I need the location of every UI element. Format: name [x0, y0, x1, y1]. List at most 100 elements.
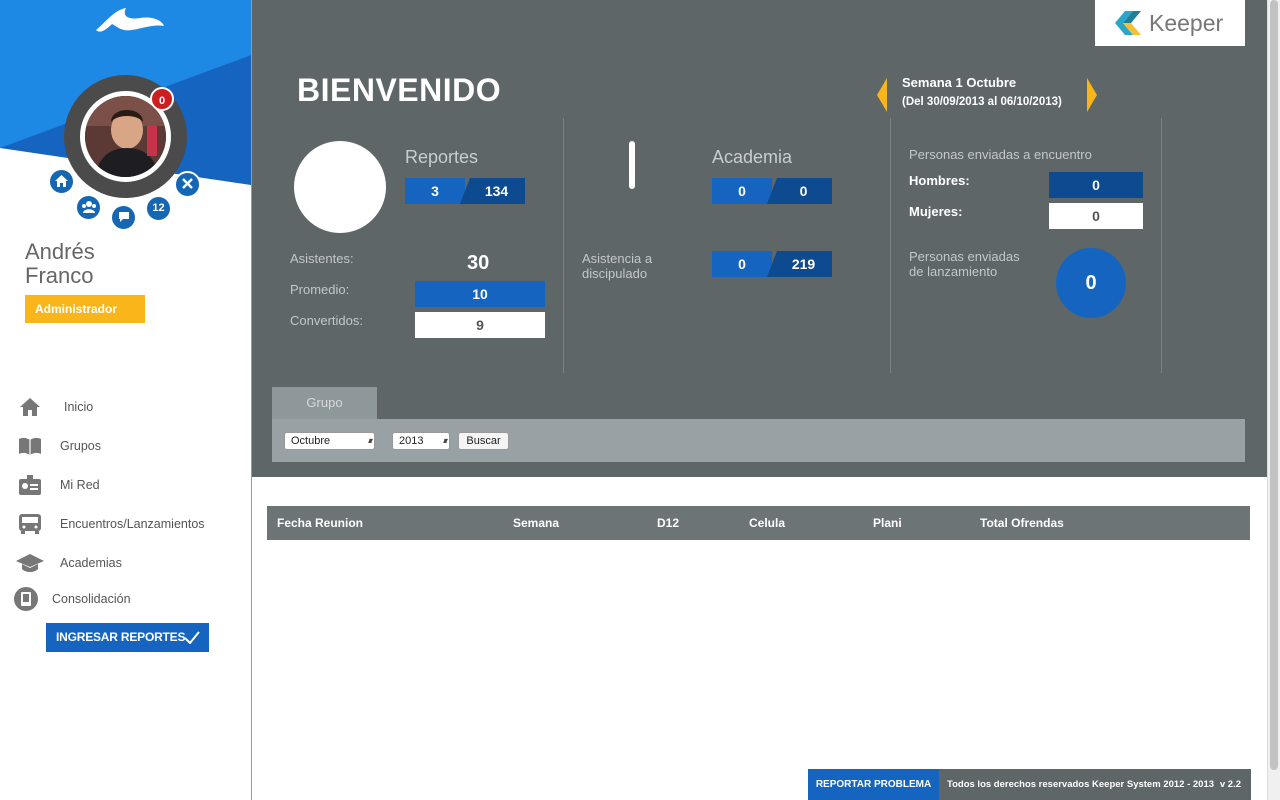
- reportes-pie-chart: [294, 141, 386, 233]
- ingresar-reportes-label: INGRESAR REPORTES: [56, 630, 186, 644]
- brand-name: Keeper: [1149, 9, 1224, 36]
- academia-title: Academia: [712, 147, 793, 167]
- column-header[interactable]: Fecha Reunion: [277, 506, 363, 540]
- sidebar: 0 12 Andrés Franco Administrador Inicio …: [0, 0, 251, 800]
- lanzamiento-label-line1: Personas enviadas: [909, 249, 1020, 264]
- keeper-logo-icon: [1115, 11, 1141, 35]
- asistentes-value: 30: [467, 252, 490, 274]
- tablet-icon: [14, 587, 38, 611]
- column-divider: [563, 118, 564, 373]
- nav-item-inicio[interactable]: Inicio: [14, 392, 93, 422]
- footer-copyright: Todos los derechos reservados Keeper Sys…: [939, 769, 1251, 800]
- asistentes-label: Asistentes:: [290, 251, 354, 266]
- search-button[interactable]: Buscar: [458, 432, 509, 450]
- logout-button[interactable]: [174, 171, 201, 198]
- user-name: Andrés Franco: [25, 240, 225, 288]
- people-shortcut-button[interactable]: [75, 194, 102, 221]
- graduation-cap-icon: [16, 554, 44, 572]
- people-icon: [81, 201, 96, 213]
- month-select-value: Octubre: [291, 435, 331, 447]
- mujeres-label: Mujeres:: [909, 204, 963, 219]
- nav-item-mi-red[interactable]: Mi Red: [14, 470, 100, 500]
- convertidos-value: 9: [415, 312, 545, 338]
- page-title: BIENVENIDO: [297, 72, 502, 108]
- column-header[interactable]: Celula: [749, 506, 785, 540]
- keeper-logo[interactable]: Keeper: [1095, 0, 1245, 46]
- discipulado-label-line2: discipulado: [582, 266, 648, 281]
- discipulado-count-right: 219: [767, 251, 832, 277]
- lanzamiento-value: 0: [1056, 248, 1126, 318]
- scrollbar-thumb[interactable]: [1270, 0, 1278, 770]
- nav-label: Inicio: [64, 400, 94, 414]
- bus-icon: [19, 514, 41, 534]
- church-logo-icon: [96, 8, 164, 32]
- week-next-button[interactable]: [1087, 78, 1097, 112]
- version-label: v 2.2: [1219, 779, 1241, 790]
- discipulado-counts: 0 219: [712, 251, 832, 277]
- ingresar-reportes-button[interactable]: INGRESAR REPORTES: [46, 623, 209, 652]
- column-header[interactable]: Plani: [873, 506, 902, 540]
- chat-icon: [118, 212, 129, 222]
- year-select-value: 2013: [399, 435, 424, 447]
- week-prev-button[interactable]: [877, 78, 887, 112]
- academia-counts: 0 0: [712, 178, 832, 204]
- home-icon: [20, 398, 40, 416]
- academia-count-right: 0: [767, 178, 832, 204]
- column-header[interactable]: D12: [657, 506, 679, 540]
- discipulado-label: Asistencia a discipulado: [582, 251, 652, 281]
- table-header: Fecha Reunion Semana D12 Celula Plani To…: [267, 506, 1250, 540]
- nav-item-encuentros[interactable]: Encuentros/Lanzamientos: [14, 509, 205, 539]
- user-first-name: Andrés: [25, 239, 95, 264]
- convertidos-label: Convertidos:: [290, 313, 363, 328]
- nav-label: Encuentros/Lanzamientos: [60, 517, 205, 531]
- academia-bar: [629, 141, 635, 189]
- select-arrows-icon: ▴▾: [367, 436, 373, 445]
- home-shortcut-button[interactable]: [48, 168, 75, 195]
- promedio-label: Promedio:: [290, 282, 350, 297]
- app-root: 0 12 Andrés Franco Administrador Inicio …: [0, 0, 1280, 800]
- column-header[interactable]: Semana: [513, 506, 559, 540]
- discipulado-label-line1: Asistencia a: [582, 251, 653, 266]
- nav-item-grupos[interactable]: Grupos: [14, 431, 101, 461]
- reportes-count-left: 3: [405, 178, 465, 204]
- lanzamiento-label-line2: de lanzamiento: [909, 264, 998, 279]
- mujeres-value: 0: [1049, 203, 1143, 229]
- book-icon: [19, 437, 41, 455]
- check-icon: [184, 631, 200, 644]
- column-header[interactable]: Total Ofrendas: [980, 506, 1064, 540]
- reportes-counts: 3 134: [405, 178, 525, 204]
- id-card-icon: [19, 475, 41, 495]
- nav-label: Mi Red: [60, 478, 100, 492]
- nav-label: Consolidación: [52, 592, 131, 606]
- nav-item-consolidacion[interactable]: Consolidación: [14, 584, 131, 614]
- nav-label: Academias: [60, 556, 122, 570]
- week-range: (Del 30/09/2013 al 06/10/2013): [902, 96, 1062, 108]
- week-title: Semana 1 Octubre: [902, 75, 1017, 90]
- nav-item-academias[interactable]: Academias: [14, 548, 122, 578]
- role-badge: Administrador: [25, 295, 145, 323]
- lanzamiento-label: Personas enviadas de lanzamiento: [909, 249, 1020, 279]
- report-problem-button[interactable]: REPORTAR PROBLEMA: [808, 769, 939, 800]
- network-count-badge[interactable]: 12: [145, 195, 172, 222]
- scrollbar[interactable]: [1267, 0, 1280, 800]
- reportes-count-right: 134: [460, 178, 525, 204]
- encuentro-title: Personas enviadas a encuentro: [909, 147, 1092, 162]
- close-icon: [182, 178, 193, 189]
- month-select[interactable]: Octubre ▴▾: [284, 432, 375, 450]
- home-icon: [55, 175, 68, 187]
- column-divider: [1161, 118, 1162, 373]
- discipulado-count-left: 0: [712, 251, 772, 277]
- messages-shortcut-button[interactable]: [110, 204, 137, 231]
- notification-badge[interactable]: 0: [150, 87, 174, 111]
- select-arrows-icon: ▴▾: [442, 436, 448, 445]
- hombres-value: 0: [1049, 172, 1143, 198]
- year-select[interactable]: 2013 ▴▾: [392, 432, 450, 450]
- reportes-title: Reportes: [405, 147, 479, 167]
- promedio-value: 10: [415, 281, 545, 307]
- copyright-text: Todos los derechos reservados Keeper Sys…: [947, 779, 1215, 790]
- column-divider: [890, 118, 891, 373]
- tab-grupo[interactable]: Grupo: [272, 387, 377, 419]
- user-last-name: Franco: [25, 263, 94, 288]
- academia-count-left: 0: [712, 178, 772, 204]
- nav-label: Grupos: [60, 439, 101, 453]
